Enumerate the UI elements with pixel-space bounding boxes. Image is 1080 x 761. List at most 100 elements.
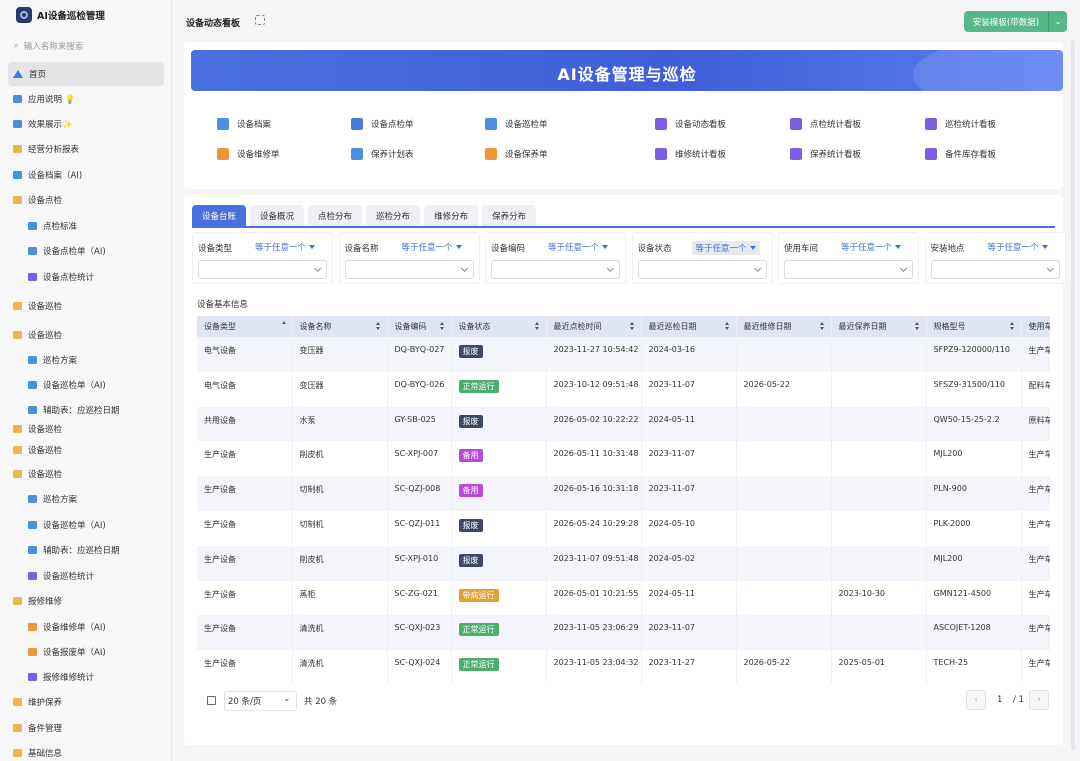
- sidebar-item-19[interactable]: 辅助表：应巡检日期: [28, 541, 120, 559]
- quick-link-4[interactable]: 点检统计看板: [790, 118, 861, 130]
- sidebar-item-17[interactable]: 巡检方案: [28, 490, 77, 508]
- filter-operator[interactable]: 等于任意一个: [255, 241, 316, 253]
- table-row[interactable]: 电气设备 变压器 DQ-BYQ-027 报废 2023-11-27 10:54:42 20…: [197, 337, 1050, 372]
- sidebar-item-16[interactable]: 设备巡检: [13, 465, 62, 483]
- sidebar-item-12[interactable]: 设备巡检单（AI): [28, 376, 106, 394]
- column-header[interactable]: 规格型号: [926, 316, 1022, 337]
- filter-operator[interactable]: 等于任意一个: [988, 241, 1048, 253]
- sort-icon[interactable]: [724, 322, 730, 331]
- quick-link-11[interactable]: 备件库存看板: [925, 148, 996, 160]
- column-header[interactable]: 设备类型: [197, 316, 293, 337]
- sidebar-item-27[interactable]: 基础信息: [13, 744, 62, 761]
- current-page[interactable]: 1: [997, 695, 1002, 705]
- sidebar-item-23[interactable]: 设备报废单（AI): [28, 643, 106, 661]
- quick-link-7[interactable]: 保养计划表: [351, 148, 414, 160]
- filter-select[interactable]: [344, 260, 474, 279]
- sidebar-item-9[interactable]: 设备巡检: [13, 297, 62, 315]
- sort-icon[interactable]: [629, 322, 635, 331]
- table-row[interactable]: 电气设备 变压器 DQ-BYQ-026 正常运行 2023-10-12 09:51:48…: [197, 371, 1050, 407]
- filter-operator[interactable]: 等于任意一个: [548, 241, 609, 253]
- filter-operator[interactable]: 等于任意一个: [691, 241, 760, 255]
- column-header[interactable]: 设备编码: [387, 316, 452, 337]
- sidebar-item-21[interactable]: 报修维修: [13, 592, 62, 610]
- sidebar-item-1[interactable]: 应用说明 💡: [13, 90, 75, 108]
- table-row[interactable]: 生产设备 清洗机 SC-QXJ-023 正常运行 2023-11-05 23:06:29…: [197, 615, 1050, 651]
- table-row[interactable]: 生产设备 切制机 SC-QZJ-008 备用 2026-05-16 10:31:18 20…: [197, 476, 1050, 511]
- next-page-button[interactable]: ›: [1029, 690, 1049, 710]
- sidebar-item-15[interactable]: 设备巡检: [13, 441, 62, 459]
- table-row[interactable]: 生产设备 削皮机 SC-XPJ-007 备用 2026-05-11 10:31:48 20…: [197, 441, 1050, 477]
- sidebar-item-22[interactable]: 设备维修单（AI): [28, 618, 106, 636]
- install-template-label[interactable]: 安装模板(带数据): [964, 11, 1049, 32]
- chevron-down-icon[interactable]: ⌄: [1049, 11, 1067, 32]
- filter-select[interactable]: [784, 260, 913, 279]
- sidebar-item-24[interactable]: 报修维修统计: [28, 668, 94, 686]
- sidebar-item-0[interactable]: 首页: [8, 62, 164, 86]
- sidebar-item-26[interactable]: 备件管理: [13, 719, 62, 737]
- quick-link-9[interactable]: 维修统计看板: [655, 148, 726, 160]
- page-scrollbar[interactable]: [1071, 40, 1075, 750]
- sidebar-item-13[interactable]: 辅助表：应巡检日期: [28, 401, 120, 419]
- tab-4[interactable]: 维修分布: [424, 205, 479, 226]
- install-template-button[interactable]: 安装模板(带数据) ⌄: [964, 11, 1067, 32]
- column-settings-icon[interactable]: [207, 696, 216, 705]
- filter-operator[interactable]: 等于任意一个: [402, 241, 462, 253]
- table-row[interactable]: 生产设备 削皮机 SC-XPJ-010 报废 2023-11-07 09:51:48 20…: [197, 545, 1050, 581]
- page-size-chevron-icon[interactable]: ⌄: [283, 694, 291, 704]
- quick-link-1[interactable]: 设备点检单: [351, 118, 414, 130]
- sidebar-item-6[interactable]: 点检标准: [28, 217, 77, 235]
- column-header[interactable]: 最近巡检日期: [641, 316, 737, 337]
- quick-link-0[interactable]: 设备档案: [217, 118, 271, 130]
- page-size-label[interactable]: 20 条/页: [228, 695, 261, 707]
- sort-asc-icon[interactable]: [281, 321, 286, 324]
- fullscreen-icon[interactable]: [255, 15, 265, 25]
- search-input[interactable]: 输入名称来搜索: [24, 40, 84, 52]
- table-row[interactable]: 共用设备 水泵 GY-SB-025 报废 2026-05-02 10:22:22 2024…: [197, 406, 1050, 442]
- table-row[interactable]: 生产设备 蒸柜 SC-ZG-021 带病运行 2026-05-01 10:21:55 20…: [197, 580, 1050, 616]
- sidebar-item-25[interactable]: 维护保养: [13, 693, 62, 711]
- column-header[interactable]: 最近维修日期: [736, 316, 832, 337]
- tab-0[interactable]: 设备台账: [192, 205, 247, 226]
- prev-page-button[interactable]: ‹: [966, 690, 986, 710]
- column-header[interactable]: 设备名称: [292, 316, 388, 337]
- sort-icon[interactable]: [1009, 322, 1015, 331]
- filter-select[interactable]: [198, 260, 327, 279]
- sidebar-search[interactable]: ⌕ 输入名称来搜索: [14, 40, 83, 52]
- sidebar-item-8[interactable]: 设备点检统计: [28, 268, 94, 286]
- sidebar-item-4[interactable]: 设备档案（AI): [13, 166, 82, 184]
- tab-1[interactable]: 设备概况: [250, 205, 305, 226]
- column-header[interactable]: 使用车: [1021, 316, 1050, 337]
- sidebar-item-18[interactable]: 设备巡检单（AI): [28, 516, 106, 534]
- quick-link-8[interactable]: 设备保养单: [485, 148, 548, 160]
- filter-select[interactable]: [637, 260, 767, 279]
- quick-link-10[interactable]: 保养统计看板: [790, 148, 861, 160]
- column-header[interactable]: 设备状态: [451, 316, 547, 337]
- sort-icon[interactable]: [534, 322, 540, 331]
- sort-icon[interactable]: [439, 322, 445, 331]
- filter-operator[interactable]: 等于任意一个: [841, 241, 902, 253]
- sidebar-item-14[interactable]: 设备巡检: [13, 420, 62, 438]
- quick-link-3[interactable]: 设备动态看板: [655, 118, 726, 130]
- sort-icon[interactable]: [914, 322, 920, 331]
- column-header[interactable]: 最近保养日期: [831, 316, 927, 337]
- quick-link-5[interactable]: 巡检统计看板: [925, 118, 996, 130]
- tab-3[interactable]: 巡检分布: [366, 205, 421, 226]
- column-header[interactable]: 最近点检时间: [546, 316, 642, 337]
- sidebar-item-2[interactable]: 效果展示✨: [13, 115, 73, 133]
- sidebar-item-7[interactable]: 设备点检单（AI): [28, 242, 106, 260]
- filter-select[interactable]: [930, 260, 1060, 279]
- sidebar-item-5[interactable]: 设备点检: [13, 191, 62, 209]
- quick-link-2[interactable]: 设备巡检单: [485, 118, 548, 130]
- tab-2[interactable]: 点检分布: [308, 205, 363, 226]
- sidebar-item-3[interactable]: 经营分析报表: [13, 140, 79, 158]
- sidebar-item-10[interactable]: 设备巡检: [13, 326, 62, 344]
- sidebar-item-20[interactable]: 设备巡检统计: [28, 567, 94, 585]
- table-row[interactable]: 生产设备 清洗机 SC-QXJ-024 正常运行 2023-11-05 23:04:32…: [197, 650, 1050, 683]
- sort-icon[interactable]: [375, 322, 381, 331]
- sidebar-item-11[interactable]: 巡检方案: [28, 351, 77, 369]
- table-row[interactable]: 生产设备 切制机 SC-QZJ-011 报废 2026-05-24 10:29:28 20…: [197, 510, 1050, 546]
- filter-select[interactable]: [491, 260, 620, 279]
- tab-5[interactable]: 保养分布: [482, 205, 537, 226]
- sort-icon[interactable]: [819, 322, 825, 331]
- quick-link-6[interactable]: 设备维修单: [217, 148, 280, 160]
